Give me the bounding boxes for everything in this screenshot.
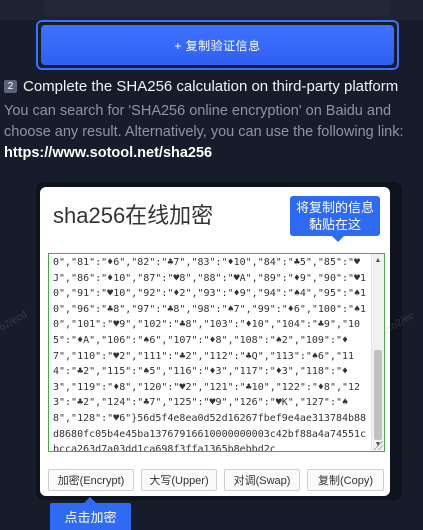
tool-title: sha256在线加密 [53, 203, 214, 228]
encrypt-button[interactable]: 加密(Encrypt) [48, 469, 134, 491]
input-textarea[interactable]: 0","81":"♦6","82":"♣7","83":"♦10","84":"… [48, 253, 385, 452]
swap-button[interactable]: 对调(Swap) [224, 469, 300, 491]
step-description-text: You can search for 'SHA256 online encryp… [4, 103, 404, 140]
textarea-scrollbar[interactable]: ▲ ▼ [371, 254, 384, 451]
scroll-up-arrow-icon[interactable]: ▲ [372, 254, 384, 267]
step-number-badge: 2 [4, 80, 17, 93]
watermark: ero2/ecd [0, 309, 30, 338]
top-panel-edge [44, 0, 390, 17]
sha256-tool-card: sha256在线加密 将复制的信息黏贴在这 0","81":"♦6","82":… [40, 187, 390, 496]
copy-button[interactable]: 复制(Copy) [307, 469, 384, 491]
step-title: Complete the SHA256 calculation on third… [23, 78, 399, 95]
upper-button[interactable]: 大写(Upper) [141, 469, 217, 491]
step-description: You can search for 'SHA256 online encryp… [4, 101, 423, 164]
resize-grip-icon[interactable] [374, 441, 383, 450]
click-encrypt-tooltip: 点击加密 [50, 497, 131, 530]
tool-button-row: 加密(Encrypt) 大写(Upper) 对调(Swap) 复制(Copy) [48, 469, 384, 491]
paste-here-tooltip: 将复制的信息黏贴在这 [290, 196, 380, 242]
sotool-link[interactable]: https://www.sotool.net/sha256 [4, 145, 212, 161]
step-heading: 2 Complete the SHA256 calculation on thi… [4, 78, 423, 95]
copy-verification-button-frame: + 复制验证信息 [36, 20, 399, 70]
step-2: 2 Complete the SHA256 calculation on thi… [4, 78, 423, 164]
scroll-thumb[interactable] [374, 350, 382, 440]
copy-verification-button[interactable]: + 复制验证信息 [41, 25, 394, 65]
textarea-value: 0","81":"♦6","82":"♣7","83":"♦10","84":"… [53, 257, 367, 452]
